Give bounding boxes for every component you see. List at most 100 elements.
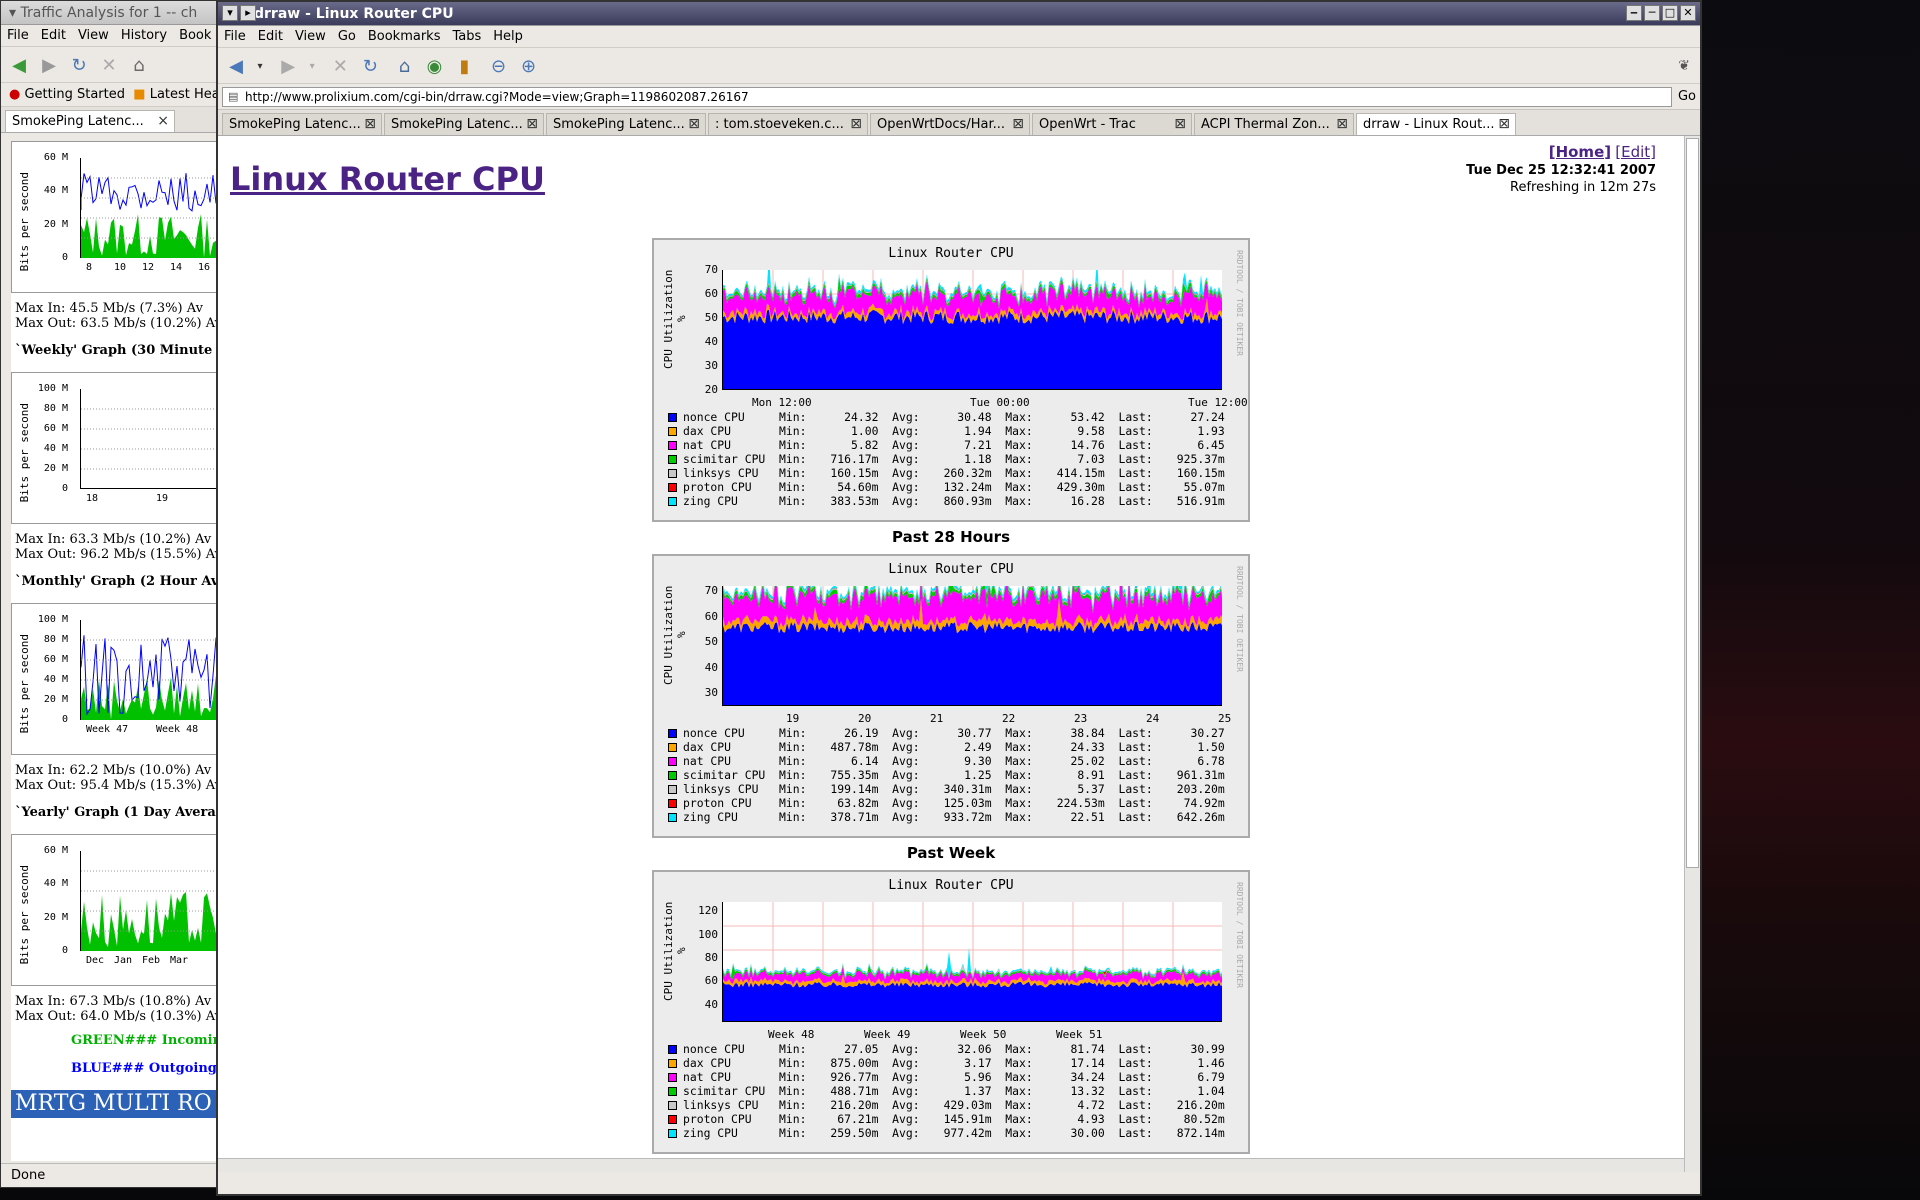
stat-label: Min:	[779, 1112, 807, 1126]
stat-name: nat CPU	[683, 754, 732, 768]
stat-name: nat CPU	[683, 1070, 732, 1084]
mrtg-stat-out: Max Out: 96.2 Mb/s (15.5%) Aver	[15, 547, 217, 562]
tab-2[interactable]: SmokePing Latenc... ⊠	[546, 113, 706, 135]
bookmark-icon: ●	[9, 87, 21, 102]
legend-stats: nonce CPU Min: 27.05 Avg: 32.06 Max: 81.74 L…	[668, 1042, 1225, 1140]
stat-avg: 1.25	[964, 768, 992, 782]
tab-3[interactable]: : tom.stoeveken.c... ⊠	[708, 113, 868, 135]
close-tab-icon[interactable]: ⊠	[850, 114, 862, 135]
stop-icon[interactable]: ✕	[97, 55, 121, 77]
stat-avg: 2.49	[964, 740, 992, 754]
back-history-icon[interactable]: ▾	[254, 56, 266, 78]
edit-link[interactable]: [Edit]	[1615, 143, 1656, 161]
tab-5[interactable]: OpenWrt - Trac ⊠	[1032, 113, 1192, 135]
stat-name: proton CPU	[683, 480, 752, 494]
tab-6[interactable]: ACPI Thermal Zon... ⊠	[1194, 113, 1354, 135]
home-link[interactable]: [Home]	[1549, 143, 1611, 161]
rrdtool-credit: RRDTOOL / TOBI OETIKER	[1235, 250, 1244, 356]
window-menu-icon[interactable]: ▾	[222, 5, 238, 21]
back-icon[interactable]: ◀	[224, 56, 248, 78]
maximize-icon[interactable]: □	[1662, 5, 1678, 21]
window-titlebar[interactable]: ▾ ▸ drraw - Linux Router CPU ‒ ─ □ ✕	[218, 2, 1700, 26]
tab-0[interactable]: SmokePing Latenc... ⊠	[222, 113, 382, 135]
stat-label: Min:	[779, 740, 807, 754]
home-icon[interactable]: ⌂	[392, 56, 416, 78]
close-icon[interactable]: ×	[157, 111, 169, 132]
mrtg-y-tick: 0	[61, 483, 68, 494]
zoom-out-icon[interactable]: ⊖	[487, 56, 511, 78]
menu-edit[interactable]: Edit	[35, 25, 72, 46]
tab-label: ACPI Thermal Zon...	[1201, 117, 1330, 132]
series-area-nonce	[723, 981, 1222, 1021]
mrtg-y-tick: 60 M	[43, 152, 68, 163]
menu-view[interactable]: View	[72, 25, 115, 46]
restore-icon[interactable]: ─	[1644, 5, 1660, 21]
menu-bookmarks[interactable]: Bookmarks	[362, 26, 447, 47]
go-button[interactable]: Go	[1678, 89, 1696, 104]
bookmarks-icon[interactable]: ▮	[452, 56, 476, 78]
shade-icon[interactable]: ▸	[240, 5, 256, 21]
stat-label: Max:	[991, 740, 1033, 754]
bookmark-latest-headlines[interactable]: Latest Hea	[150, 87, 220, 102]
menu-tabs[interactable]: Tabs	[446, 26, 487, 47]
stat-label: Last:	[1104, 1112, 1153, 1126]
close-tab-icon[interactable]: ⊠	[1174, 114, 1186, 135]
stat-label: Last:	[1104, 480, 1153, 494]
stat-label: Min:	[779, 1042, 807, 1056]
reload-icon[interactable]: ↻	[358, 56, 382, 78]
menu-view[interactable]: View	[289, 26, 332, 47]
x-tick-label: Week 49	[864, 1028, 911, 1041]
forward-icon[interactable]: ▶	[276, 56, 300, 78]
mrtg-x-tick: Jan	[114, 955, 133, 966]
bookmark-getting-started[interactable]: Getting Started	[24, 87, 125, 102]
stat-label: Avg:	[878, 754, 920, 768]
legend-swatch	[668, 799, 677, 808]
tab-7[interactable]: drraw - Linux Rout... ⊠	[1356, 113, 1516, 135]
menu-file[interactable]: File	[218, 26, 252, 47]
background-tabbar: SmokePing Latenc... ×	[1, 107, 231, 133]
close-tab-icon[interactable]: ⊠	[1498, 114, 1510, 135]
history-icon[interactable]: ◉	[422, 56, 446, 78]
stat-avg: 860.93m	[943, 494, 992, 508]
menu-edit[interactable]: Edit	[252, 26, 289, 47]
menu-go[interactable]: Go	[332, 26, 362, 47]
stat-avg: 32.06	[957, 1042, 992, 1056]
mrtg-y-tick: 60 M	[43, 654, 68, 665]
menu-bookmarks[interactable]: Book	[173, 25, 217, 46]
horizontal-scrollbar[interactable]	[218, 1158, 1684, 1172]
menu-file[interactable]: File	[1, 25, 35, 46]
close-tab-icon[interactable]: ⊠	[526, 114, 538, 135]
minimize-icon[interactable]: ‒	[1626, 5, 1642, 21]
close-tab-icon[interactable]: ⊠	[1012, 114, 1024, 135]
stat-label: Min:	[779, 480, 807, 494]
page-title[interactable]: Linux Router CPU	[230, 160, 545, 198]
tab-4[interactable]: OpenWrtDocs/Har... ⊠	[870, 113, 1030, 135]
vertical-scrollbar[interactable]	[1684, 136, 1700, 1172]
background-tab[interactable]: SmokePing Latenc... ×	[5, 110, 175, 132]
close-tab-icon[interactable]: ⊠	[364, 114, 376, 135]
background-window-title: Traffic Analysis for 1 -- ch	[20, 5, 198, 21]
menu-help[interactable]: Help	[487, 26, 529, 47]
tab-1[interactable]: SmokePing Latenc... ⊠	[384, 113, 544, 135]
scrollbar-thumb[interactable]	[1686, 138, 1699, 868]
close-tab-icon[interactable]: ⊠	[688, 114, 700, 135]
zoom-in-icon[interactable]: ⊕	[517, 56, 541, 78]
background-browser-window[interactable]: ▾ Traffic Analysis for 1 -- ch File Edit V…	[0, 0, 232, 1188]
stat-label: Last:	[1104, 438, 1153, 452]
home-icon[interactable]: ⌂	[127, 55, 151, 77]
forward-icon[interactable]: ▶	[37, 55, 61, 77]
background-window-titlebar[interactable]: ▾ Traffic Analysis for 1 -- ch	[1, 1, 231, 25]
back-icon[interactable]: ◀	[7, 55, 31, 77]
close-tab-icon[interactable]: ⊠	[1336, 114, 1348, 135]
url-input[interactable]	[222, 87, 1672, 107]
stop-icon[interactable]: ✕	[328, 56, 352, 78]
stat-label: Max:	[991, 726, 1033, 740]
close-window-icon[interactable]: ✕	[1680, 5, 1696, 21]
menu-history[interactable]: History	[115, 25, 173, 46]
legend-swatch	[668, 413, 677, 422]
stat-last: 872.14m	[1176, 1126, 1225, 1140]
reload-icon[interactable]: ↻	[67, 55, 91, 77]
stat-last: 216.20m	[1176, 1098, 1225, 1112]
browser-window[interactable]: ▾ ▸ drraw - Linux Router CPU ‒ ─ □ ✕ Fil…	[216, 0, 1702, 1196]
forward-history-icon[interactable]: ▾	[306, 56, 318, 78]
